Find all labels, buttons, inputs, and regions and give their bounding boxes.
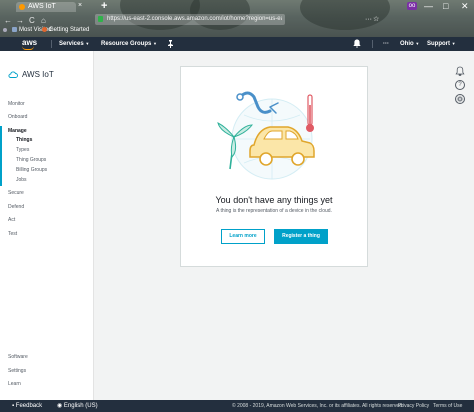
register-thing-button[interactable]: Register a thing <box>274 229 328 244</box>
aws-console-header: aws Services ▼ Resource Groups ▼ ··· Ohi… <box>0 37 474 51</box>
address-bar[interactable]: https://us-east-2.console.aws.amazon.com… <box>95 14 379 25</box>
home-button[interactable]: ⌂ <box>41 16 46 26</box>
sidebar-item-onboard[interactable]: Onboard <box>8 114 27 121</box>
sidebar-item-billing-groups[interactable]: Billing Groups <box>16 167 47 174</box>
chevron-down-icon: ▼ <box>85 41 90 46</box>
feedback-label: Feedback <box>15 403 43 409</box>
empty-state-title: You don't have any things yet <box>215 195 333 205</box>
notifications-bell-icon[interactable] <box>353 39 361 51</box>
sidebar-item-jobs[interactable]: Jobs <box>16 177 27 184</box>
sidebar-title: AWS IoT <box>22 70 54 79</box>
services-label: Services <box>59 41 84 47</box>
terms-of-use-link[interactable]: Terms of Use <box>433 400 462 412</box>
back-button[interactable]: ← <box>4 16 12 26</box>
chevron-down-icon: ▼ <box>415 41 420 46</box>
close-window-button[interactable]: ✕ <box>461 1 469 11</box>
pin-icon[interactable] <box>167 40 174 51</box>
firefox-icon <box>42 27 47 32</box>
copyright-text: © 2008 - 2019, Amazon Web Services, Inc.… <box>232 403 404 409</box>
page-actions-icon[interactable]: ··· <box>365 15 372 24</box>
browser-chrome: AWS IoT × + oo — □ ✕ ← → C ⌂ https://us-… <box>0 0 474 37</box>
user-menu[interactable]: ··· <box>383 37 389 51</box>
chevron-down-icon: ▼ <box>153 41 157 46</box>
chevron-down-icon: ▼ <box>451 41 456 46</box>
region-selector[interactable]: Ohio ▼ <box>400 37 419 51</box>
privacy-policy-link[interactable]: Privacy Policy <box>398 400 429 412</box>
bookmarks-icon <box>3 28 7 32</box>
browser-tab[interactable]: AWS IoT <box>16 2 76 12</box>
active-section-indicator <box>0 126 2 186</box>
new-tab-button[interactable]: + <box>101 0 107 12</box>
tab-title: AWS IoT <box>28 3 56 10</box>
sidebar-item-thing-groups[interactable]: Thing Groups <box>16 157 46 164</box>
sidebar-item-defend[interactable]: Defend <box>8 204 24 211</box>
sidebar-item-software[interactable]: Software <box>8 354 28 361</box>
sidebar-item-act[interactable]: Act <box>8 217 15 224</box>
reload-button[interactable]: C <box>29 16 35 26</box>
lock-icon <box>98 16 103 22</box>
private-browsing-badge: oo <box>407 2 417 10</box>
globe-icon: ◉ <box>57 403 64 409</box>
sidebar-item-learn[interactable]: Learn <box>8 381 21 388</box>
feedback-link[interactable]: ▪ Feedback <box>12 400 42 412</box>
address-text: https://us-east-2.console.aws.amazon.com… <box>107 16 282 22</box>
services-menu[interactable]: Services ▼ <box>59 37 89 51</box>
aws-smile-icon <box>22 46 34 50</box>
iot-things-illustration <box>217 91 315 180</box>
support-menu[interactable]: Support ▼ <box>427 37 456 51</box>
minimize-button[interactable]: — <box>424 1 433 11</box>
aws-favicon-icon <box>19 4 25 10</box>
bookmark-getting-started[interactable]: Getting Started <box>42 26 89 35</box>
language-selector[interactable]: ◉ English (US) <box>57 400 98 412</box>
tab-close-icon[interactable]: × <box>78 2 82 10</box>
resource-groups-menu[interactable]: Resource Groups ▼ <box>101 37 157 51</box>
learn-more-button[interactable]: Learn more <box>221 229 265 244</box>
sidebar-item-manage[interactable]: Manage <box>8 128 27 135</box>
bookmark-label: Getting Started <box>49 27 90 33</box>
sidebar-item-monitor[interactable]: Monitor <box>8 101 25 108</box>
sidebar-item-types[interactable]: Types <box>16 147 29 154</box>
settings-gear-icon[interactable] <box>455 94 465 104</box>
support-label: Support <box>427 41 450 47</box>
sidebar-item-test[interactable]: Test <box>8 231 17 238</box>
divider <box>372 40 373 48</box>
notifications-icon[interactable] <box>455 66 465 76</box>
empty-state-subtitle: A thing is the representation of a devic… <box>216 208 332 214</box>
aws-iot-cloud-icon <box>8 71 18 78</box>
sidebar: AWS IoT Monitor Onboard Manage Things Ty… <box>0 51 94 400</box>
bookmark-star-icon[interactable]: ☆ <box>373 15 379 24</box>
language-label: English (US) <box>63 403 98 409</box>
maximize-button[interactable]: □ <box>443 1 448 11</box>
folder-icon <box>12 27 17 32</box>
sidebar-item-settings[interactable]: Settings <box>8 368 26 375</box>
region-label: Ohio <box>400 41 414 47</box>
help-icon[interactable]: ? <box>455 80 465 90</box>
sidebar-item-secure[interactable]: Secure <box>8 190 24 197</box>
forward-button[interactable]: → <box>16 16 24 26</box>
divider <box>51 40 52 48</box>
console-footer: ▪ Feedback ◉ English (US) © 2008 - 2019,… <box>0 400 474 412</box>
empty-state-card: You don't have any things yet A thing is… <box>180 66 368 267</box>
resource-groups-label: Resource Groups <box>101 41 152 47</box>
sidebar-item-things[interactable]: Things <box>16 137 32 144</box>
